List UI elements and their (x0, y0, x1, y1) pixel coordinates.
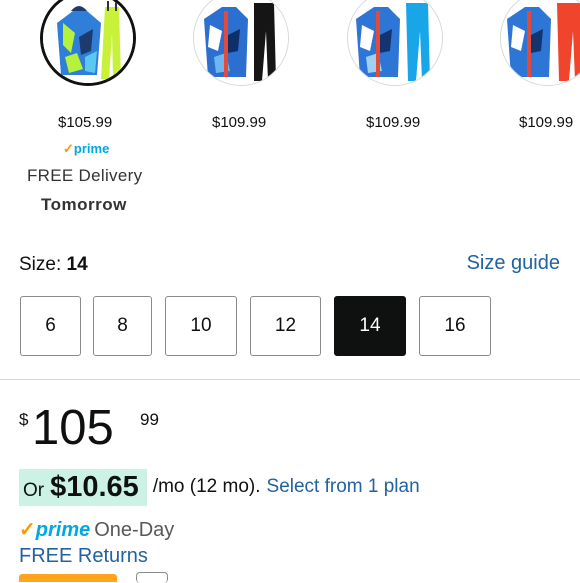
add-to-cart-button-partial[interactable] (19, 574, 117, 582)
swatch-thumbnail-blue-black[interactable] (193, 0, 289, 86)
delivery-day: Tomorrow (41, 195, 127, 214)
size-option-16[interactable]: 16 (419, 296, 491, 356)
ski-suit-image (348, 0, 442, 85)
delivery-label: FREE Delivery (27, 166, 143, 185)
installment-or: Or (23, 479, 45, 501)
swatch-thumbnail-green-blue[interactable] (40, 0, 136, 86)
quantity-selector-partial[interactable] (136, 572, 168, 583)
installment-term: /mo (12 mo). (152, 476, 261, 497)
size-option-10[interactable]: 10 (165, 296, 237, 356)
price-currency-symbol: $ (19, 410, 29, 429)
free-returns-link[interactable]: FREE Returns (19, 545, 148, 568)
size-label: Size: 14 (19, 254, 88, 276)
size-label-text: Size: (19, 254, 67, 275)
prime-label: prime (73, 141, 110, 156)
installment-plan: Or $10.65 /mo (12 mo). Select from 1 pla… (19, 468, 420, 506)
section-divider (0, 379, 580, 380)
swatch-thumbnail-blue-cyan[interactable] (347, 0, 443, 86)
prime-check-icon: ✓ (63, 141, 74, 156)
installment-amount: $10.65 (50, 470, 139, 503)
ski-suit-image (43, 0, 133, 83)
ski-suit-image (194, 0, 288, 85)
selected-size-value: 14 (66, 254, 88, 275)
ski-suit-image (501, 0, 580, 85)
prime-delivery: ✓prime One-Day (19, 517, 174, 542)
color-swatches: $105.99 ✓prime FREE Delivery Tomorrow $1… (0, 0, 580, 230)
size-guide-link[interactable]: Size guide (467, 252, 560, 275)
prime-speed: One-Day (94, 519, 175, 541)
swatch-price: $109.99 (366, 114, 421, 131)
prime-logo: prime (35, 519, 91, 541)
price-fraction: 99 (140, 410, 159, 429)
prime-badge: ✓prime (63, 141, 109, 157)
select-plan-link[interactable]: Select from 1 plan (267, 476, 420, 498)
swatch-price: $109.99 (519, 114, 574, 131)
size-option-14[interactable]: 14 (334, 296, 406, 356)
size-option-12[interactable]: 12 (250, 296, 321, 356)
swatch-price: $109.99 (212, 114, 267, 131)
installment-highlight: Or $10.65 (19, 468, 147, 506)
size-option-6[interactable]: 6 (20, 296, 81, 356)
swatch-price: $105.99 (58, 114, 113, 131)
price-whole: 105 (32, 401, 114, 455)
prime-check-icon: ✓ (19, 519, 36, 541)
size-option-8[interactable]: 8 (93, 296, 152, 356)
swatch-thumbnail-blue-red[interactable] (500, 0, 580, 86)
